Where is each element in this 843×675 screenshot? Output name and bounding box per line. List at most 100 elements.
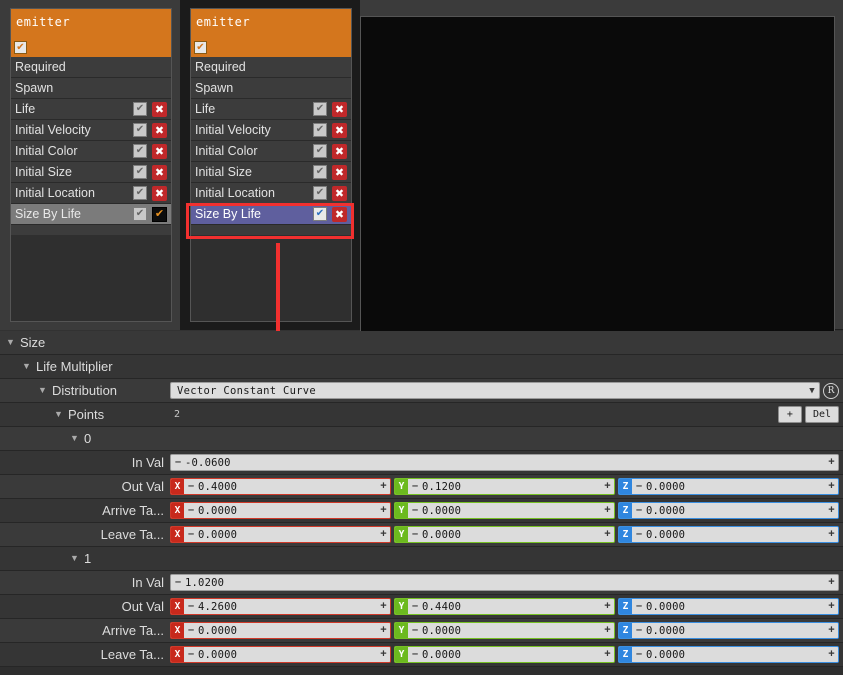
module-row-required[interactable]: Required	[191, 57, 351, 78]
in-val-number[interactable]: -0.0600	[185, 457, 825, 469]
out-val-z-spinner[interactable]: Z – 0.0000 +	[618, 598, 839, 615]
decrement-icon[interactable]: –	[632, 625, 646, 636]
module-delete-icon[interactable]: ✖	[152, 164, 167, 180]
decrement-icon[interactable]: –	[184, 625, 198, 636]
property-row-life-multiplier[interactable]: ▼ Life Multiplier	[0, 355, 843, 379]
arrive-tangent-x-spinner[interactable]: X – 0.0000 +	[170, 502, 391, 519]
increment-icon[interactable]: +	[825, 601, 838, 612]
leave-tangent-z-spinner[interactable]: Z – 0.0000 +	[618, 526, 839, 543]
module-row-size-by-life[interactable]: Size By Life ✔ ✖	[191, 204, 351, 225]
module-confirm-checkbox-icon[interactable]: ✔	[152, 206, 167, 222]
module-enable-checkbox[interactable]: ✔	[133, 144, 147, 158]
decrement-icon[interactable]: –	[408, 481, 422, 492]
decrement-icon[interactable]: –	[171, 457, 185, 468]
module-enable-checkbox[interactable]: ✔	[313, 165, 327, 179]
increment-icon[interactable]: +	[825, 505, 838, 516]
expand-triangle-icon[interactable]: ▼	[68, 554, 81, 563]
emitter-enable-checkbox[interactable]: ✔	[14, 41, 27, 54]
arrive-tangent-z-number[interactable]: 0.0000	[646, 625, 825, 637]
property-row-out-val[interactable]: Out Val X – 4.2600 + Y – 0.4400 + Z – 0.…	[0, 595, 843, 619]
module-enable-checkbox[interactable]: ✔	[313, 207, 327, 221]
increment-icon[interactable]: +	[377, 601, 390, 612]
module-enable-checkbox[interactable]: ✔	[133, 207, 147, 221]
module-row-initial-size[interactable]: Initial Size ✔ ✖	[191, 162, 351, 183]
emitter-header-0[interactable]: emitter ✔	[11, 9, 171, 57]
decrement-icon[interactable]: –	[408, 529, 422, 540]
module-row-spawn[interactable]: Spawn	[11, 78, 171, 99]
decrement-icon[interactable]: –	[408, 649, 422, 660]
decrement-icon[interactable]: –	[632, 481, 646, 492]
module-delete-icon[interactable]: ✖	[152, 185, 167, 201]
out-val-x-number[interactable]: 4.2600	[198, 601, 377, 613]
module-delete-icon[interactable]: ✖	[152, 143, 167, 159]
module-enable-checkbox[interactable]: ✔	[313, 186, 327, 200]
leave-tangent-y-number[interactable]: 0.0000	[422, 529, 601, 541]
property-row-arrive-tangent[interactable]: Arrive Ta... X – 0.0000 + Y – 0.0000 + Z…	[0, 499, 843, 523]
module-delete-icon[interactable]: ✖	[332, 185, 347, 201]
module-row-initial-location[interactable]: Initial Location ✔ ✖	[11, 183, 171, 204]
increment-icon[interactable]: +	[377, 505, 390, 516]
decrement-icon[interactable]: –	[408, 625, 422, 636]
module-row-initial-color[interactable]: Initial Color ✔ ✖	[11, 141, 171, 162]
module-enable-checkbox[interactable]: ✔	[133, 186, 147, 200]
leave-tangent-z-number[interactable]: 0.0000	[646, 649, 825, 661]
leave-tangent-x-spinner[interactable]: X – 0.0000 +	[170, 526, 391, 543]
leave-tangent-x-number[interactable]: 0.0000	[198, 529, 377, 541]
module-enable-checkbox[interactable]: ✔	[133, 123, 147, 137]
property-row-point-index[interactable]: ▼ 0	[0, 427, 843, 451]
out-val-x-number[interactable]: 0.4000	[198, 481, 377, 493]
out-val-z-number[interactable]: 0.0000	[646, 601, 825, 613]
module-row-required[interactable]: Required	[11, 57, 171, 78]
out-val-x-spinner[interactable]: X – 0.4000 +	[170, 478, 391, 495]
increment-icon[interactable]: +	[601, 529, 614, 540]
arrive-tangent-y-number[interactable]: 0.0000	[422, 505, 601, 517]
module-row-size-by-life[interactable]: Size By Life ✔ ✔	[11, 204, 171, 225]
decrement-icon[interactable]: –	[171, 577, 185, 588]
decrement-icon[interactable]: –	[184, 481, 198, 492]
emitter-strip-0[interactable]: emitter ✔ Required Spawn Life ✔ ✖ Initia…	[0, 0, 180, 330]
property-row-in-val[interactable]: In Val – -0.0600 +	[0, 451, 843, 475]
decrement-icon[interactable]: –	[184, 601, 198, 612]
out-val-z-spinner[interactable]: Z – 0.0000 +	[618, 478, 839, 495]
module-enable-checkbox[interactable]: ✔	[133, 102, 147, 116]
module-enable-checkbox[interactable]: ✔	[313, 102, 327, 116]
module-enable-checkbox[interactable]: ✔	[313, 144, 327, 158]
chevron-down-icon[interactable]: ▼	[809, 386, 815, 396]
out-val-y-spinner[interactable]: Y – 0.4400 +	[394, 598, 615, 615]
arrive-tangent-z-spinner[interactable]: Z – 0.0000 +	[618, 502, 839, 519]
module-delete-icon[interactable]: ✖	[332, 143, 347, 159]
increment-icon[interactable]: +	[825, 481, 838, 492]
module-row-spawn[interactable]: Spawn	[191, 78, 351, 99]
arrive-tangent-y-spinner[interactable]: Y – 0.0000 +	[394, 622, 615, 639]
property-row-out-val[interactable]: Out Val X – 0.4000 + Y – 0.1200 + Z – 0.…	[0, 475, 843, 499]
increment-icon[interactable]: +	[601, 601, 614, 612]
increment-icon[interactable]: +	[601, 649, 614, 660]
arrive-tangent-x-spinner[interactable]: X – 0.0000 +	[170, 622, 391, 639]
module-row-initial-velocity[interactable]: Initial Velocity ✔ ✖	[11, 120, 171, 141]
property-row-points[interactable]: ▼ Points 2 + Del	[0, 403, 843, 427]
property-row-size[interactable]: ▼ Size	[0, 331, 843, 355]
arrive-tangent-z-spinner[interactable]: Z – 0.0000 +	[618, 622, 839, 639]
property-row-point-index[interactable]: ▼ 1	[0, 547, 843, 571]
property-row-distribution[interactable]: ▼ Distribution Vector Constant Curve ▼ R	[0, 379, 843, 403]
decrement-icon[interactable]: –	[184, 649, 198, 660]
module-delete-icon[interactable]: ✖	[152, 101, 167, 117]
increment-icon[interactable]: +	[377, 649, 390, 660]
in-val-spinner[interactable]: – 1.0200 +	[170, 574, 839, 591]
arrive-tangent-x-number[interactable]: 0.0000	[198, 505, 377, 517]
increment-icon[interactable]: +	[825, 529, 838, 540]
decrement-icon[interactable]: –	[184, 505, 198, 516]
increment-icon[interactable]: +	[601, 481, 614, 492]
increment-icon[interactable]: +	[377, 529, 390, 540]
out-val-y-number[interactable]: 0.4400	[422, 601, 601, 613]
increment-icon[interactable]: +	[377, 625, 390, 636]
in-val-number[interactable]: 1.0200	[185, 577, 825, 589]
increment-icon[interactable]: +	[601, 625, 614, 636]
arrive-tangent-y-number[interactable]: 0.0000	[422, 625, 601, 637]
emitter-header-1[interactable]: emitter ✔	[191, 9, 351, 57]
increment-icon[interactable]: +	[825, 457, 838, 468]
property-row-in-val[interactable]: In Val – 1.0200 +	[0, 571, 843, 595]
module-delete-icon[interactable]: ✖	[332, 122, 347, 138]
add-point-button[interactable]: +	[777, 406, 802, 423]
decrement-icon[interactable]: –	[632, 601, 646, 612]
